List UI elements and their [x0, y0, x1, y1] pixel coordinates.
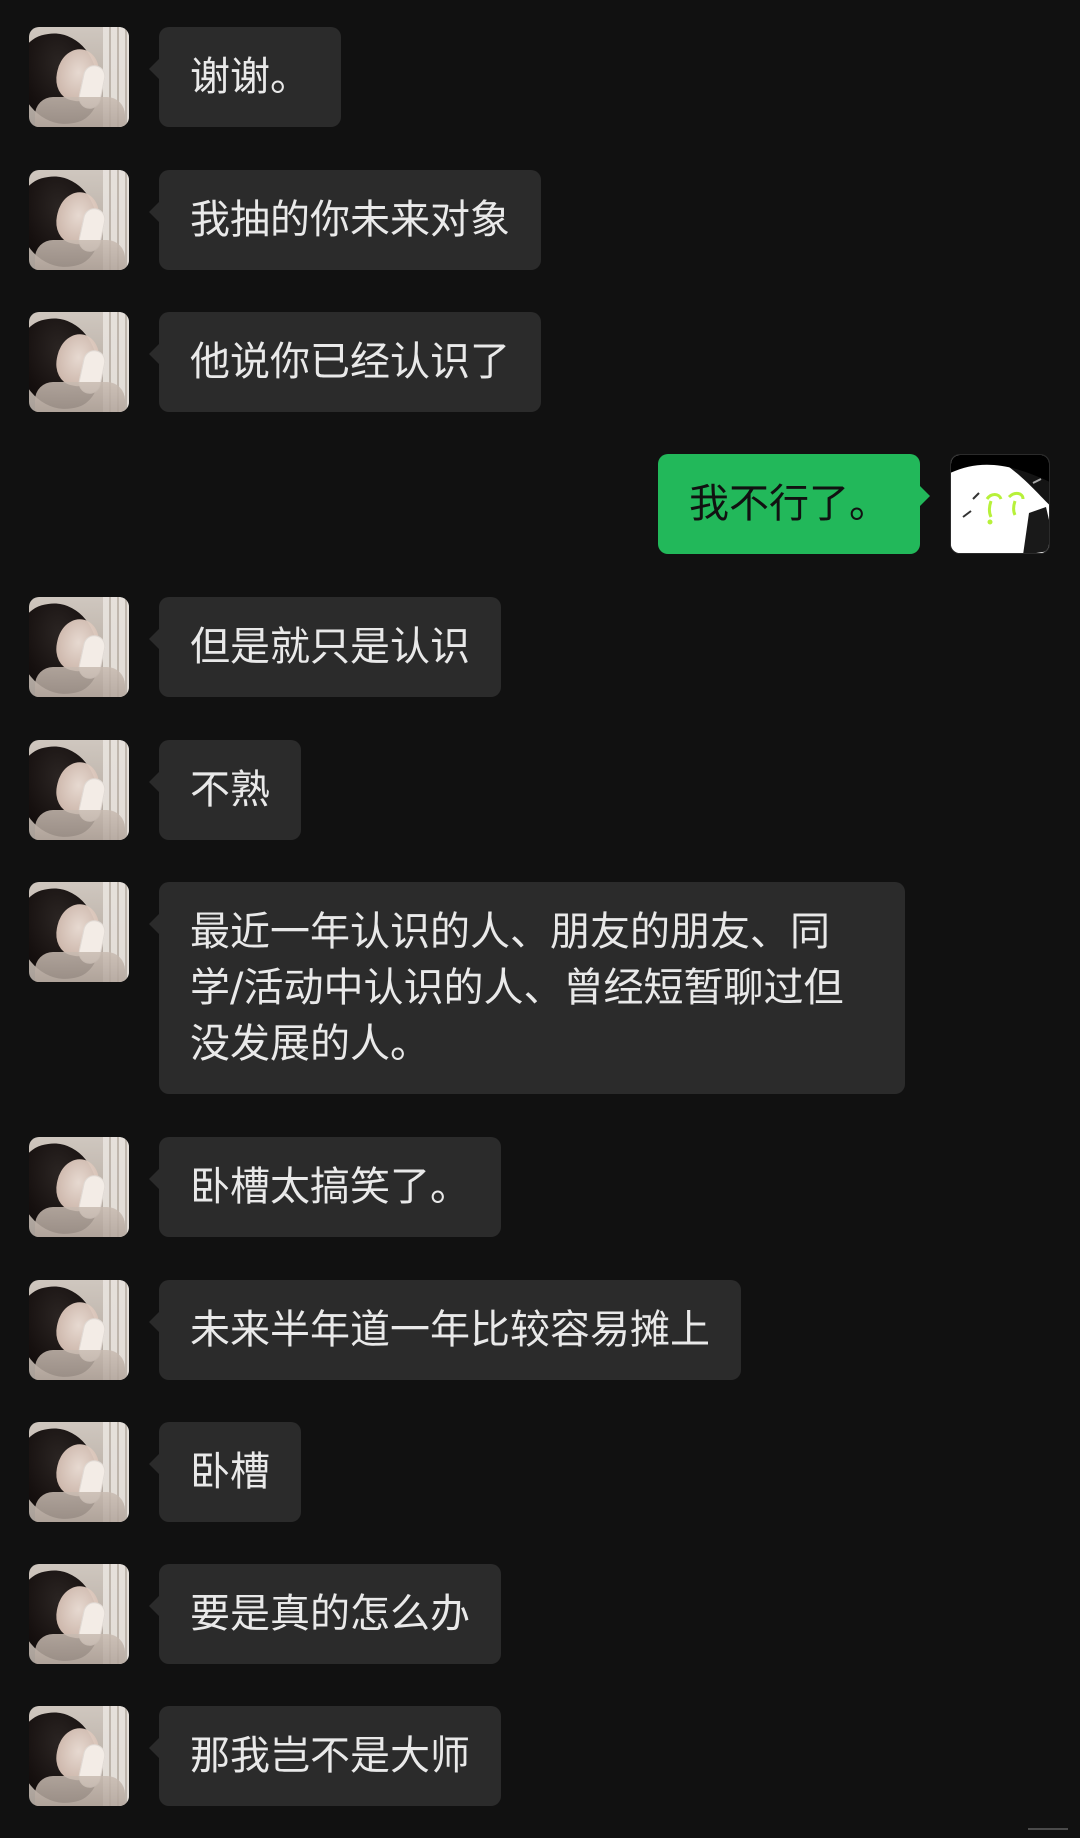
- message-text: 要是真的怎么办: [190, 1591, 470, 1637]
- message-bubble-incoming[interactable]: 未来半年道一年比较容易摊上: [149, 1280, 741, 1380]
- message-row: 但是就只是认识: [0, 597, 1080, 697]
- message-row: 卧槽: [0, 1422, 1080, 1522]
- contact-avatar[interactable]: [29, 882, 129, 982]
- contact-avatar[interactable]: [29, 27, 129, 127]
- avatar-clothing: [35, 667, 125, 697]
- message-row: 我不行了。: [0, 454, 1080, 554]
- message-bubble-incoming[interactable]: 最近一年认识的人、朋友的朋友、同学/活动中认识的人、曾经短暂聊过但没发展的人。: [149, 882, 905, 1094]
- avatar-clothing: [35, 1207, 125, 1237]
- self-avatar-art: [951, 455, 1049, 553]
- message-text: 他说你已经认识了: [190, 339, 510, 385]
- message-row: 卧槽太搞笑了。: [0, 1137, 1080, 1237]
- avatar-clothing: [35, 810, 125, 840]
- message-row: 他说你已经认识了: [0, 312, 1080, 412]
- avatar-clothing: [35, 1634, 125, 1664]
- contact-avatar[interactable]: [29, 1422, 129, 1522]
- message-text: 卧槽太搞笑了。: [190, 1164, 470, 1210]
- message-row: 那我岂不是大师: [0, 1706, 1080, 1806]
- avatar-clothing: [35, 382, 125, 412]
- message-row: 我抽的你未来对象: [0, 170, 1080, 270]
- contact-avatar[interactable]: [29, 1564, 129, 1664]
- contact-avatar[interactable]: [29, 170, 129, 270]
- message-bubble-incoming[interactable]: 那我岂不是大师: [149, 1706, 501, 1806]
- contact-avatar[interactable]: [29, 1137, 129, 1237]
- contact-avatar[interactable]: [29, 1706, 129, 1806]
- self-avatar[interactable]: [950, 454, 1050, 554]
- avatar-clothing: [35, 1492, 125, 1522]
- message-bubble-incoming[interactable]: 他说你已经认识了: [149, 312, 541, 412]
- avatar-clothing: [35, 97, 125, 127]
- message-bubble-incoming[interactable]: 卧槽太搞笑了。: [149, 1137, 501, 1237]
- message-bubble-incoming[interactable]: 不熟: [149, 740, 301, 840]
- message-text: 最近一年认识的人、朋友的朋友、同学/活动中认识的人、曾经短暂聊过但没发展的人。: [190, 909, 844, 1067]
- message-bubble-incoming[interactable]: 要是真的怎么办: [149, 1564, 501, 1664]
- corner-mark: [1028, 1812, 1068, 1830]
- avatar-clothing: [35, 1350, 125, 1380]
- message-row: 不熟: [0, 740, 1080, 840]
- message-text: 但是就只是认识: [190, 624, 470, 670]
- message-text: 我不行了。: [689, 481, 889, 527]
- message-bubble-incoming[interactable]: 卧槽: [149, 1422, 301, 1522]
- contact-avatar[interactable]: [29, 597, 129, 697]
- contact-avatar[interactable]: [29, 312, 129, 412]
- message-row: 未来半年道一年比较容易摊上: [0, 1280, 1080, 1380]
- message-row: 要是真的怎么办: [0, 1564, 1080, 1664]
- message-text: 卧槽: [190, 1449, 270, 1495]
- message-text: 那我岂不是大师: [190, 1733, 470, 1779]
- avatar-clothing: [35, 1776, 125, 1806]
- message-text: 未来半年道一年比较容易摊上: [190, 1307, 710, 1353]
- message-row: 最近一年认识的人、朋友的朋友、同学/活动中认识的人、曾经短暂聊过但没发展的人。: [0, 882, 1080, 1094]
- message-bubble-outgoing[interactable]: 我不行了。: [658, 454, 930, 554]
- contact-avatar[interactable]: [29, 740, 129, 840]
- message-row: 谢谢。: [0, 27, 1080, 127]
- avatar-clothing: [35, 952, 125, 982]
- message-bubble-incoming[interactable]: 谢谢。: [149, 27, 341, 127]
- message-text: 我抽的你未来对象: [190, 197, 510, 243]
- chat-screen: 谢谢。 我抽的你未来对象 他说你已经认识了 我不行了。 但是就只是认识 不熟 最…: [0, 0, 1080, 1838]
- avatar-clothing: [35, 240, 125, 270]
- message-bubble-incoming[interactable]: 但是就只是认识: [149, 597, 501, 697]
- message-text: 谢谢。: [190, 54, 310, 100]
- contact-avatar[interactable]: [29, 1280, 129, 1380]
- message-text: 不熟: [190, 767, 270, 813]
- message-bubble-incoming[interactable]: 我抽的你未来对象: [149, 170, 541, 270]
